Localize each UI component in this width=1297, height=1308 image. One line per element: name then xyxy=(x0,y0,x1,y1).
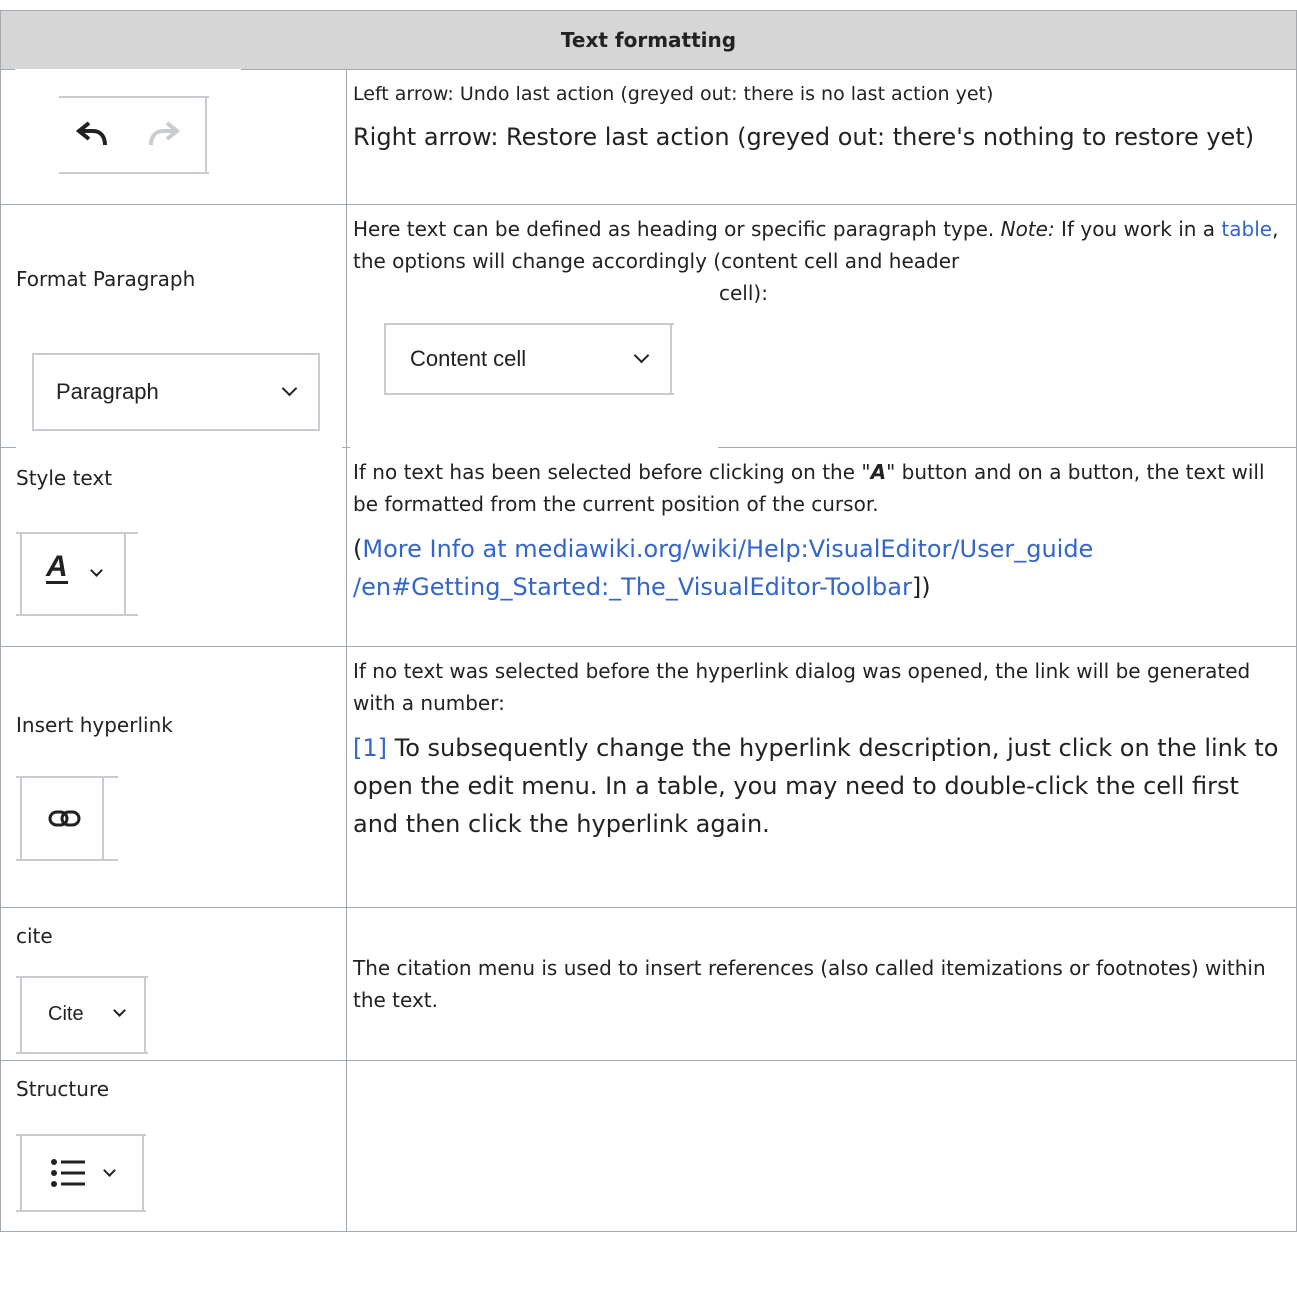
chevron-down-icon xyxy=(633,347,650,364)
undo-redo-description: Left arrow: Undo last action (greyed out… xyxy=(346,69,1297,205)
structure-toolbar-image xyxy=(16,1132,146,1214)
style-text-text: If no text has been selected before clic… xyxy=(353,460,1265,516)
more-info-text: (More Info at mediawiki.org/wiki/Help:Vi… xyxy=(353,535,1094,601)
text-style-icon[interactable]: A xyxy=(46,552,68,584)
text-formatting-table: Text formatting Left arrow: Undo last ac… xyxy=(0,10,1297,1232)
table-row-format-paragraph: Format Paragraph Paragraph Here text can… xyxy=(0,204,1297,454)
table-row-insert-hyperlink: Insert hyperlink If no text was selected… xyxy=(0,646,1297,908)
undo-redo-image-cell xyxy=(0,69,347,205)
redo-description: Right arrow: Restore last action (greyed… xyxy=(353,123,1255,151)
chevron-down-icon xyxy=(103,1164,116,1177)
cite-dropdown[interactable]: Cite xyxy=(48,1003,84,1026)
table-header: Text formatting xyxy=(0,10,1297,70)
table-row-style-text: Style text A If no text has been selecte… xyxy=(0,447,1297,647)
redo-icon xyxy=(149,121,181,146)
cite-label: cite xyxy=(16,924,53,948)
link-icon[interactable] xyxy=(48,809,82,829)
insert-hyperlink-cell: Insert hyperlink xyxy=(0,646,347,908)
table-row-undo-redo: Left arrow: Undo last action (greyed out… xyxy=(0,69,1297,205)
structure-cell: Structure xyxy=(0,1060,347,1232)
format-paragraph-label: Format Paragraph xyxy=(16,267,196,291)
style-text-toolbar-image: A xyxy=(16,530,138,620)
hyperlink-text-1: If no text was selected before the hyper… xyxy=(353,659,1251,715)
structure-label: Structure xyxy=(16,1077,110,1101)
undo-description: Left arrow: Undo last action (greyed out… xyxy=(353,83,994,105)
cite-description: The citation menu is used to insert refe… xyxy=(346,907,1297,1061)
undo-redo-toolbar-image xyxy=(15,69,241,203)
format-paragraph-description: Here text can be defined as heading or s… xyxy=(346,204,1297,449)
cite-text: The citation menu is used to insert refe… xyxy=(353,956,1266,1012)
format-paragraph-cell: Format Paragraph Paragraph xyxy=(0,204,347,454)
table-link[interactable]: table xyxy=(1221,217,1272,241)
hyperlink-text-2: [1] To subsequently change the hyperlink… xyxy=(353,734,1279,838)
bullet-list-icon[interactable] xyxy=(50,1158,96,1188)
content-cell-dropdown: Content cell xyxy=(410,346,527,371)
style-text-cell: Style text A xyxy=(0,447,347,647)
undo-icon[interactable] xyxy=(75,117,115,153)
content-cell-dropdown-image: Content cell xyxy=(350,277,718,449)
cite-toolbar-image: Cite xyxy=(16,974,148,1058)
table-row-structure: Structure xyxy=(0,1060,1297,1232)
style-text-label: Style text xyxy=(16,466,113,490)
structure-description xyxy=(346,1060,1297,1232)
format-paragraph-text: Here text can be defined as heading or s… xyxy=(353,217,1279,273)
format-paragraph-text-end: cell): xyxy=(719,281,768,305)
more-info-link[interactable]: More Info at mediawiki.org/wiki/Help:Vis… xyxy=(353,535,1093,601)
chevron-down-icon xyxy=(90,564,103,577)
paragraph-dropdown[interactable]: Paragraph xyxy=(56,379,159,405)
table-row-cite: cite Cite The citation menu is used to i… xyxy=(0,907,1297,1061)
hyperlink-toolbar-image xyxy=(16,775,118,863)
reference-link[interactable]: [1] xyxy=(353,734,387,762)
paragraph-dropdown-image: Paragraph xyxy=(16,330,342,454)
insert-hyperlink-label: Insert hyperlink xyxy=(16,713,173,737)
chevron-down-icon xyxy=(281,380,298,397)
chevron-down-icon xyxy=(113,1004,126,1017)
cite-cell: cite Cite xyxy=(0,907,347,1061)
insert-hyperlink-description: If no text was selected before the hyper… xyxy=(346,646,1297,908)
style-text-description: If no text has been selected before clic… xyxy=(346,447,1297,647)
